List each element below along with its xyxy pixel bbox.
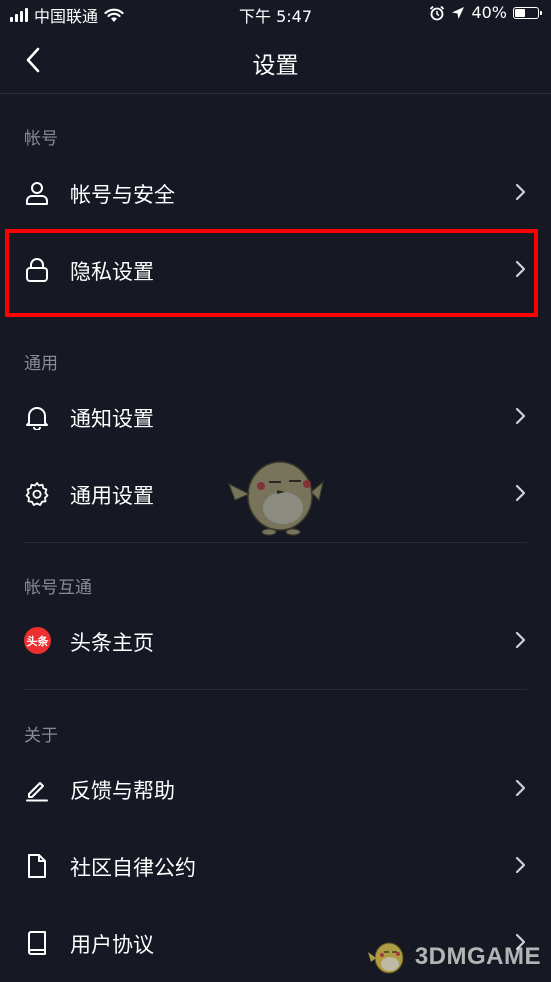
gear-icon: [25, 482, 49, 506]
row-label: 反馈与帮助: [70, 779, 175, 803]
status-right: 40%: [429, 3, 542, 22]
row-label: 通用设置: [70, 484, 154, 508]
section-header-account-linking: 帐号互通: [24, 578, 92, 598]
chevron-right-icon: [515, 484, 526, 502]
settings-row-privacy[interactable]: 隐私设置: [0, 234, 551, 304]
watermark-mascot-icon: [227, 461, 324, 536]
battery-icon: [513, 6, 542, 19]
row-label: 社区自律公约: [70, 856, 196, 880]
page-title: 设置: [252, 53, 299, 79]
settings-row-feedback[interactable]: 反馈与帮助: [0, 753, 551, 823]
bell-icon: [26, 407, 48, 430]
battery-fill: [515, 8, 525, 17]
section-header-about: 关于: [24, 726, 58, 746]
status-bar: 中国联通 下午 5:47 40%: [0, 0, 551, 28]
book-icon: [28, 931, 46, 955]
row-label: 隐私设置: [70, 260, 154, 284]
toutiao-icon: 头条: [24, 627, 51, 654]
section-header-account: 帐号: [24, 129, 58, 149]
settings-row-account-security[interactable]: 帐号与安全: [0, 157, 551, 227]
row-label: 通知设置: [70, 407, 154, 431]
location-arrow-icon: [452, 6, 465, 19]
watermark-mascot-small-icon: [367, 942, 404, 974]
nav-bar: 设置: [0, 28, 551, 94]
row-label: 帐号与安全: [70, 183, 175, 207]
document-icon: [28, 854, 46, 878]
chevron-right-icon: [515, 631, 526, 649]
section-header-general: 通用: [24, 354, 58, 374]
watermark-text: 3DMGAME: [414, 943, 541, 970]
row-label: 头条主页: [70, 631, 154, 655]
chevron-right-icon: [515, 779, 526, 797]
section-divider: [24, 689, 527, 690]
battery-percent: 40%: [471, 3, 507, 22]
pen-icon: [26, 782, 48, 802]
alarm-icon: [430, 5, 445, 20]
section-divider: [24, 542, 527, 543]
row-label: 用户协议: [70, 933, 154, 957]
settings-row-notifications[interactable]: 通知设置: [0, 381, 551, 451]
user-icon: [26, 182, 48, 205]
chevron-right-icon: [515, 183, 526, 201]
chevron-right-icon: [515, 856, 526, 874]
chevron-right-icon: [515, 260, 526, 278]
lock-icon: [26, 258, 48, 282]
settings-row-community-guidelines[interactable]: 社区自律公约: [0, 830, 551, 900]
settings-row-toutiao-home[interactable]: 头条 头条主页: [0, 605, 551, 675]
watermark-logo: 3DMGAME: [367, 938, 541, 976]
chevron-right-icon: [515, 407, 526, 425]
